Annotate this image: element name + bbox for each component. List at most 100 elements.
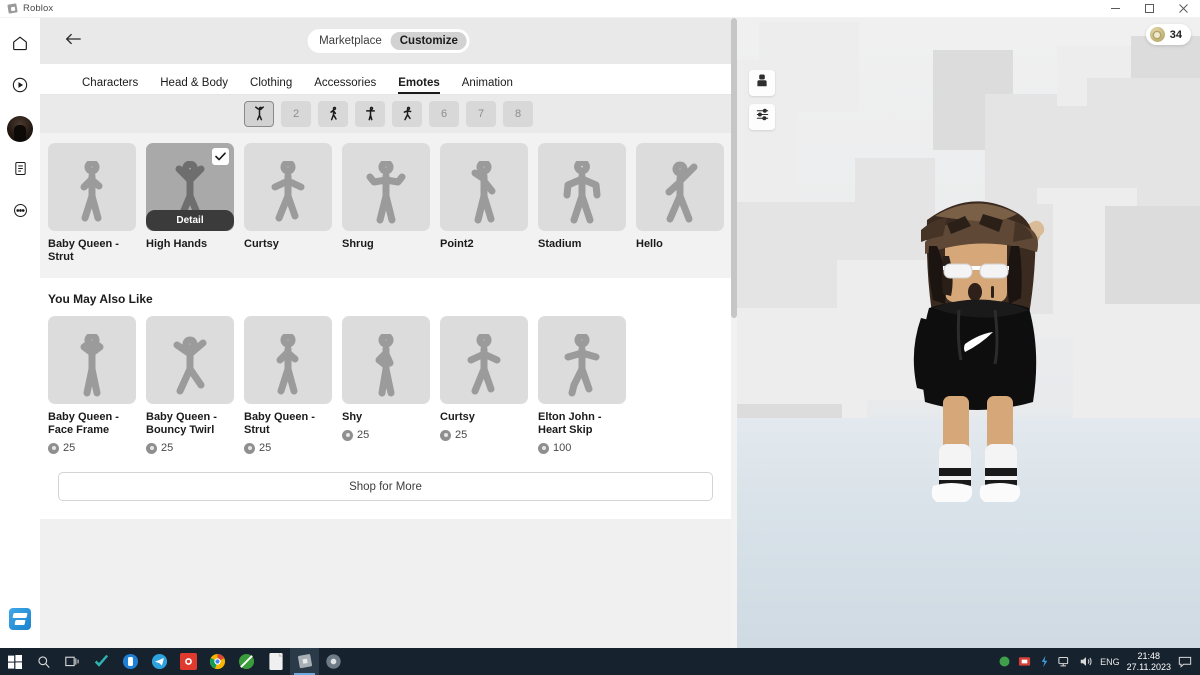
recommended-card[interactable]: Baby Queen - Strut 25 [244, 316, 332, 454]
emote-thumbnail[interactable] [48, 143, 136, 231]
taskbar-telegram[interactable] [145, 648, 174, 675]
emote-card-label: Shrug [342, 238, 374, 250]
emote-card[interactable]: Stadium [538, 143, 626, 264]
emote-thumbnail[interactable] [244, 143, 332, 231]
taskbar-roblox[interactable] [290, 648, 319, 675]
emote-thumbnail[interactable] [342, 143, 430, 231]
settings-sliders-button[interactable] [749, 104, 775, 130]
emote-card[interactable]: Hello [636, 143, 724, 264]
marketplace-customize-toggle[interactable]: Marketplace Customize [307, 29, 470, 53]
emote-card[interactable]: Baby Queen - Strut [48, 143, 136, 264]
recommended-thumbnail[interactable] [342, 316, 430, 404]
recommended-card-label: Shy [342, 411, 363, 423]
emote-card[interactable]: Detail High Hands [146, 143, 234, 264]
player-avatar-model [887, 168, 1077, 518]
recommended-card[interactable]: Shy 25 [342, 316, 430, 454]
segment-customize[interactable]: Customize [390, 32, 467, 50]
taskbar-app-green[interactable] [232, 648, 261, 675]
emote-slot-3[interactable] [318, 101, 348, 127]
taskbar-app-gray[interactable] [319, 648, 348, 675]
emote-slot-6[interactable]: 6 [429, 101, 459, 127]
roblox-app-window: Roblox Marketplace Customize Characters … [0, 0, 1200, 675]
taskbar-app-teal[interactable] [87, 648, 116, 675]
tab-clothing[interactable]: Clothing [250, 77, 292, 94]
sidebar-item-store[interactable] [5, 604, 35, 634]
emote-slot-5[interactable] [392, 101, 422, 127]
taskbar-app-blue[interactable] [116, 648, 145, 675]
avatar-icon [7, 116, 33, 142]
volume-icon[interactable] [1079, 655, 1093, 668]
tab-animation[interactable]: Animation [462, 77, 513, 94]
start-button[interactable] [0, 648, 29, 675]
back-button[interactable] [58, 26, 88, 56]
price-row: 25 [48, 442, 136, 454]
price-value: 100 [553, 442, 572, 454]
emote-figure-icon [254, 106, 264, 121]
taskbar-chrome[interactable] [203, 648, 232, 675]
close-button[interactable] [1166, 0, 1200, 18]
play-circle-icon [11, 76, 29, 99]
emote-thumbnail[interactable]: Detail [146, 143, 234, 231]
emote-card[interactable]: Curtsy [244, 143, 332, 264]
recommended-card[interactable]: Baby Queen - Bouncy Twirl 25 [146, 316, 234, 454]
tab-accessories[interactable]: Accessories [314, 77, 376, 94]
tray-red-icon[interactable] [1018, 655, 1031, 668]
shop-for-more-button[interactable]: Shop for More [58, 472, 713, 501]
tab-emotes[interactable]: Emotes [398, 77, 440, 94]
sidebar-item-play[interactable] [5, 72, 35, 102]
maximize-button[interactable] [1132, 0, 1166, 18]
recommended-thumbnail[interactable] [146, 316, 234, 404]
tab-characters[interactable]: Characters [82, 77, 138, 94]
robux-balance[interactable]: 34 [1145, 24, 1191, 45]
sidebar-item-avatar[interactable] [5, 114, 35, 144]
clock-date: 27.11.2023 [1126, 661, 1171, 672]
emote-slot-4[interactable] [355, 101, 385, 127]
emote-slot-8[interactable]: 8 [503, 101, 533, 127]
emote-slot-1[interactable] [244, 101, 274, 127]
taskbar-app-red[interactable] [174, 648, 203, 675]
emote-figure-icon [403, 106, 411, 121]
tray-blue-icon[interactable] [1038, 655, 1051, 668]
sidebar-item-home[interactable] [5, 30, 35, 60]
panel-scrollbar[interactable] [731, 18, 737, 648]
emote-slot-7[interactable]: 7 [466, 101, 496, 127]
sidebar-item-more[interactable] [5, 198, 35, 228]
recommended-thumbnail[interactable] [440, 316, 528, 404]
emote-figure-icon [329, 106, 337, 121]
emote-card[interactable]: Point2 [440, 143, 528, 264]
recommended-thumbnail[interactable] [244, 316, 332, 404]
notifications-icon[interactable] [1178, 656, 1192, 668]
recommended-card-label: Elton John - Heart Skip [538, 411, 602, 436]
bg-block [1073, 304, 1200, 424]
avatar-3d-viewport[interactable]: 34 [737, 18, 1200, 648]
tab-head-and-body[interactable]: Head & Body [160, 77, 228, 94]
emote-silhouette-icon [563, 161, 601, 224]
network-icon[interactable] [1058, 655, 1072, 668]
tray-green-icon[interactable] [998, 655, 1011, 668]
equipped-emotes-section: Baby Queen - Strut Detail High Hands Curtsy… [40, 133, 737, 278]
window-titlebar: Roblox [0, 0, 1200, 18]
taskbar-search-button[interactable] [29, 648, 58, 675]
emote-slot-2[interactable]: 2 [281, 101, 311, 127]
minimize-button[interactable] [1098, 0, 1132, 18]
language-indicator[interactable]: ENG [1100, 657, 1120, 667]
segment-marketplace[interactable]: Marketplace [310, 32, 391, 50]
recommended-thumbnail[interactable] [48, 316, 136, 404]
emote-thumbnail[interactable] [636, 143, 724, 231]
emote-thumbnail[interactable] [538, 143, 626, 231]
recommended-card[interactable]: Curtsy 25 [440, 316, 528, 454]
task-view-button[interactable] [58, 648, 87, 675]
detail-button[interactable]: Detail [146, 210, 234, 231]
scrollbar-thumb[interactable] [731, 18, 737, 318]
clock-time: 21:48 [1137, 650, 1161, 661]
taskbar-notepad[interactable] [261, 648, 290, 675]
avatar-camera-button[interactable] [749, 70, 775, 96]
price-value: 25 [455, 429, 468, 441]
recommended-card[interactable]: Elton John - Heart Skip 100 [538, 316, 626, 454]
recommended-card[interactable]: Baby Queen - Face Frame 25 [48, 316, 136, 454]
recommended-thumbnail[interactable] [538, 316, 626, 404]
taskbar-clock[interactable]: 21:48 27.11.2023 [1127, 651, 1171, 673]
sidebar-item-inventory[interactable] [5, 156, 35, 186]
emote-thumbnail[interactable] [440, 143, 528, 231]
emote-card[interactable]: Shrug [342, 143, 430, 264]
